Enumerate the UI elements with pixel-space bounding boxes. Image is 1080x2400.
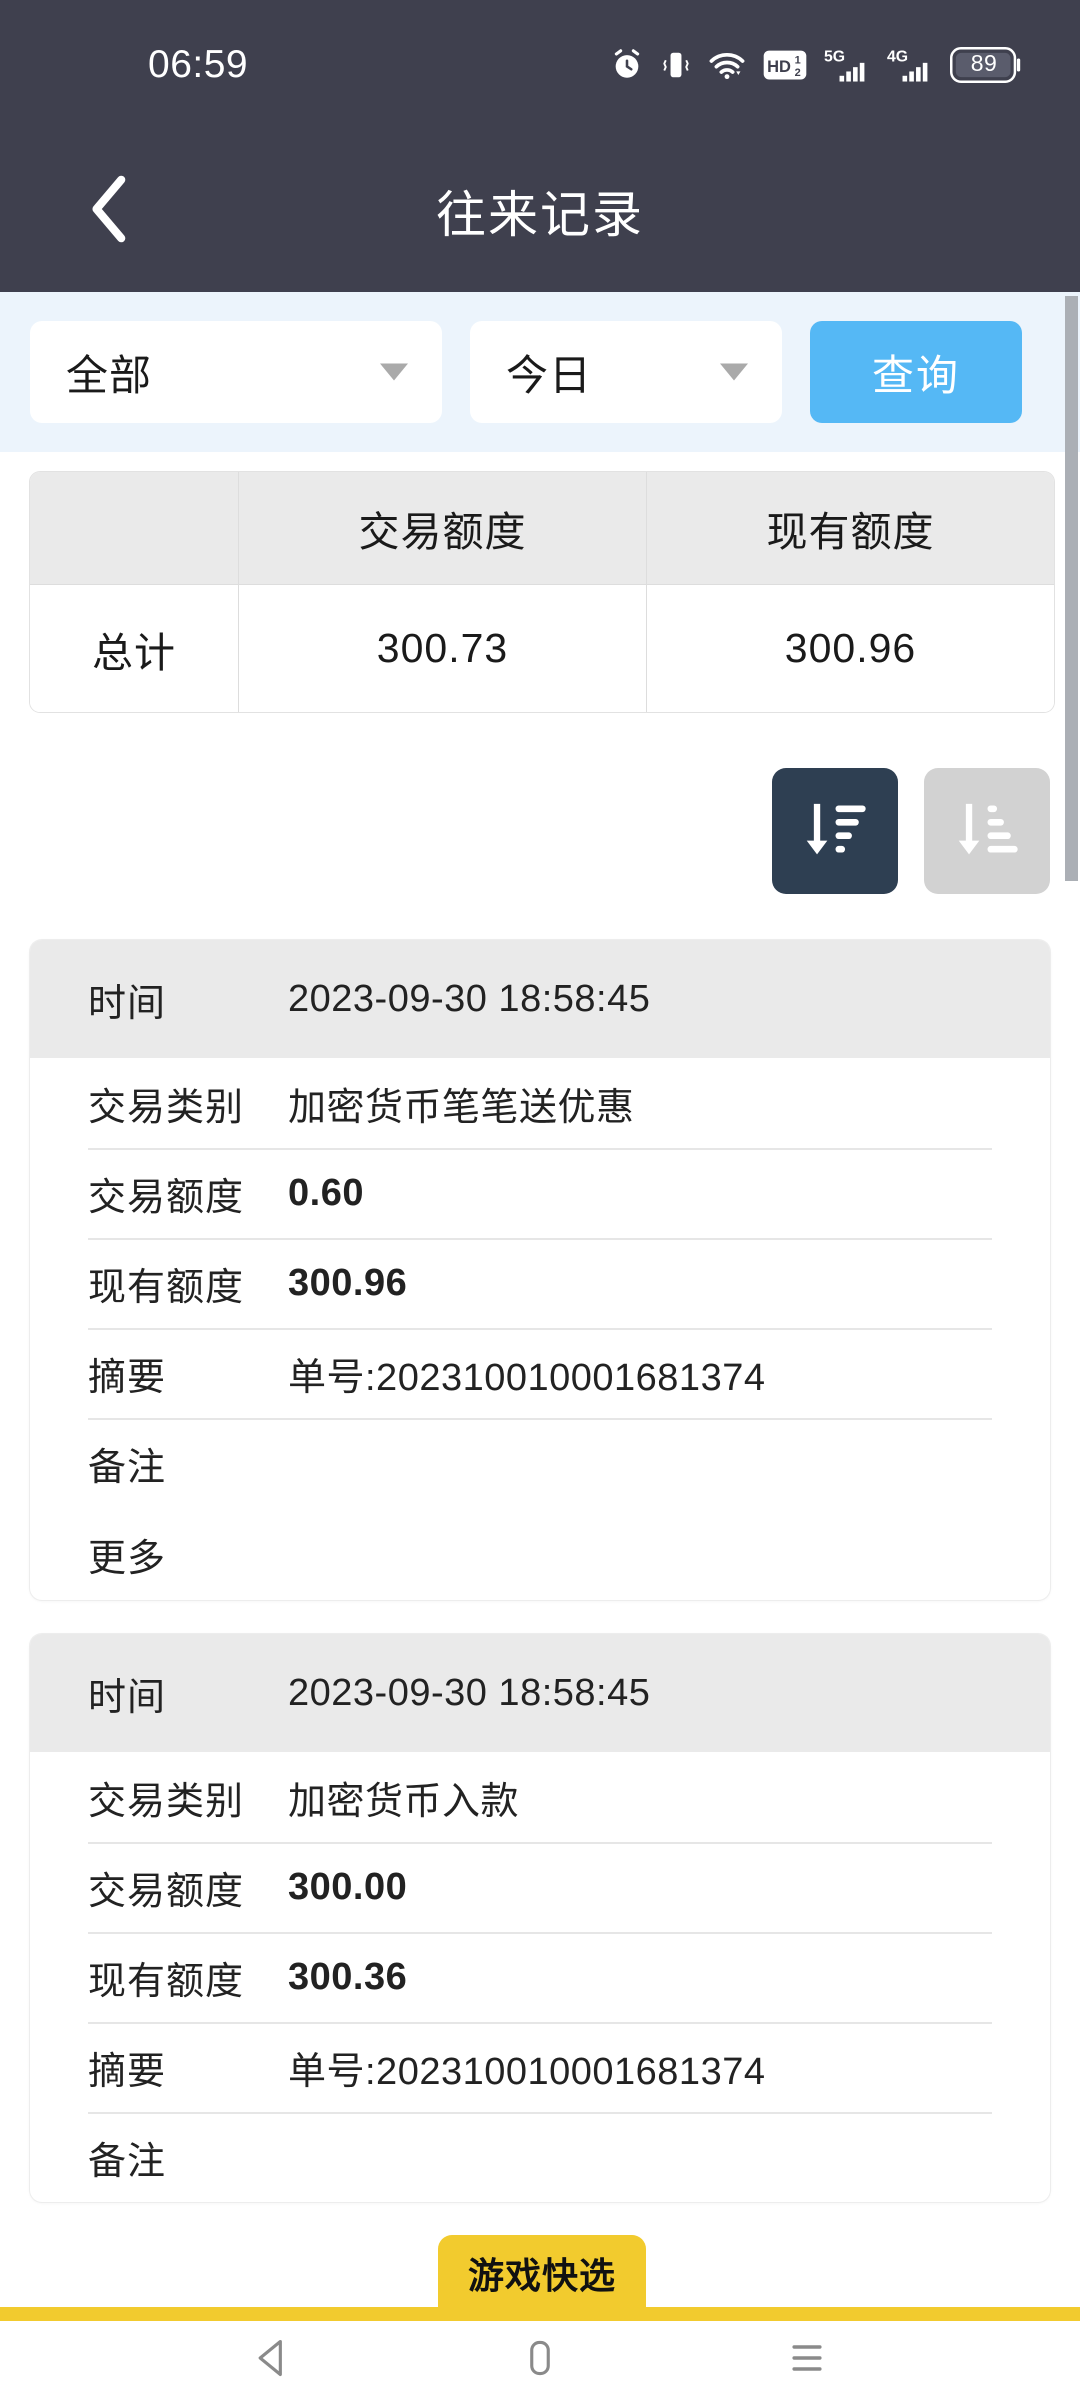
status-bar-clock: 06:59 [148, 43, 249, 86]
record-field-label: 交易类别 [88, 1780, 245, 1823]
record-field-label: 摘要 [88, 1356, 167, 1399]
record-more-button[interactable]: 更多 [30, 1508, 1050, 1600]
svg-text:1: 1 [795, 55, 801, 67]
record-field-row: 交易额度 300.00 [30, 1842, 1050, 1932]
record-field-label: 备注 [88, 2140, 167, 2183]
record-field-row: 备注 [30, 1418, 1050, 1508]
phone-screen: 06:59 HD 1 2 5G 4G 89 往来记录 全部 今日 查询 交易额度… [0, 0, 1080, 2400]
signal-4g-icon: 4G [887, 47, 933, 83]
vibrate-icon [661, 48, 691, 82]
record-field-value: 300.96 [288, 1261, 408, 1304]
triangle-back-icon [251, 2336, 295, 2385]
record-field-row: 交易额度 0.60 [30, 1148, 1050, 1238]
android-nav-bar [0, 2320, 1080, 2400]
record-time-value: 2023-09-30 18:58:45 [288, 1671, 651, 1714]
app-bar: 往来记录 [0, 130, 1080, 292]
record-field-label: 交易类别 [88, 1086, 245, 1129]
page-title: 往来记录 [436, 187, 644, 243]
record-time-value: 2023-09-30 18:58:45 [288, 977, 651, 1020]
wifi-icon [708, 48, 746, 82]
record-field-value: 单号:202310010001681374 [288, 1356, 766, 1399]
svg-text:4G: 4G [887, 48, 908, 65]
record-card[interactable]: 时间 2023-09-30 18:58:45 交易类别 加密货币入款 交易额度 … [30, 1634, 1050, 2202]
hd-volte-icon: HD 1 2 [763, 49, 807, 81]
record-time-row: 时间 2023-09-30 18:58:45 [30, 1634, 1050, 1752]
record-field-row: 备注 [30, 2112, 1050, 2202]
record-field-row: 摘要 单号:202310010001681374 [30, 1328, 1050, 1418]
record-field-label: 备注 [88, 1446, 167, 1489]
status-bar-icons: HD 1 2 5G 4G 89 [610, 47, 1022, 83]
record-card[interactable]: 时间 2023-09-30 18:58:45 交易类别 加密货币笔笔送优惠 交易… [30, 940, 1050, 1600]
record-field-label: 交易额度 [88, 1176, 245, 1219]
record-field-row: 交易类别 加密货币入款 [30, 1752, 1050, 1842]
svg-text:5G: 5G [824, 48, 845, 65]
record-field-value: 300.00 [288, 1865, 408, 1908]
record-field-row: 现有额度 300.36 [30, 1932, 1050, 2022]
record-field-label: 摘要 [88, 2050, 167, 2093]
record-field-value: 加密货币入款 [288, 1780, 520, 1823]
nav-back-button[interactable] [213, 2320, 333, 2400]
record-time-row: 时间 2023-09-30 18:58:45 [30, 940, 1050, 1058]
nav-recents-button[interactable] [747, 2320, 867, 2400]
record-field-value: 加密货币笔笔送优惠 [288, 1086, 635, 1129]
record-more-label: 更多 [88, 1537, 167, 1580]
menu-lines-icon [785, 2336, 829, 2385]
battery-icon: 89 [950, 47, 1022, 83]
svg-text:2: 2 [795, 67, 801, 79]
record-field-row: 交易类别 加密货币笔笔送优惠 [30, 1058, 1050, 1148]
svg-text:HD: HD [767, 58, 791, 76]
record-field-value: 300.36 [288, 1955, 408, 1998]
signal-5g-icon: 5G [824, 47, 870, 83]
nav-home-button[interactable] [480, 2320, 600, 2400]
status-bar: 06:59 HD 1 2 5G 4G 89 [0, 0, 1080, 130]
alarm-icon [610, 48, 644, 82]
record-field-row: 现有额度 300.96 [30, 1238, 1050, 1328]
records-list: 时间 2023-09-30 18:58:45 交易类别 加密货币笔笔送优惠 交易… [0, 940, 1080, 2236]
record-field-value: 单号:202310010001681374 [288, 2050, 766, 2093]
record-field-label: 现有额度 [88, 1960, 245, 2003]
home-pill-icon [518, 2336, 562, 2385]
record-time-label: 时间 [88, 1676, 167, 1719]
battery-level-text: 89 [970, 50, 998, 76]
record-field-label: 现有额度 [88, 1266, 245, 1309]
record-field-label: 交易额度 [88, 1870, 245, 1913]
record-field-value: 0.60 [288, 1171, 364, 1214]
record-time-label: 时间 [88, 982, 167, 1025]
record-field-row: 摘要 单号:202310010001681374 [30, 2022, 1050, 2112]
game-quick-select-tab[interactable]: 游戏快选 [438, 2235, 646, 2310]
vertical-scrollbar[interactable] [1065, 296, 1078, 881]
records-scroll-area[interactable]: 时间 2023-09-30 18:58:45 交易类别 加密货币笔笔送优惠 交易… [0, 292, 1080, 2307]
